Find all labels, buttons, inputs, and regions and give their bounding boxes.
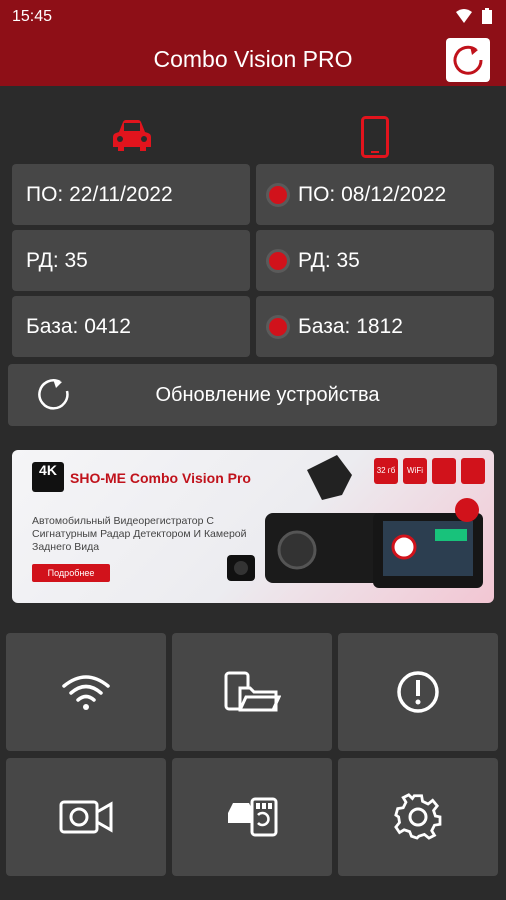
- file-transfer-button[interactable]: [172, 633, 332, 751]
- app-title: Combo Vision PRO: [153, 46, 353, 72]
- device-database-card: База: 0412: [12, 296, 250, 357]
- status-bar: 15:45: [0, 0, 506, 34]
- refresh-button[interactable]: [446, 38, 490, 82]
- battery-icon: [482, 8, 492, 24]
- app-bar: Combo Vision PRO: [0, 34, 506, 86]
- app-database-label: База: 1812: [298, 314, 403, 338]
- update-device-label: Обновление устройства: [155, 384, 380, 406]
- app-firmware-label: ПО: 08/12/2022: [298, 182, 447, 206]
- update-device-button[interactable]: Обновление устройства: [8, 364, 497, 426]
- device-database-label: База: 0412: [26, 314, 131, 338]
- camera-button[interactable]: [6, 758, 166, 876]
- status-dot: [266, 248, 290, 273]
- app-database-card: База: 1812: [256, 296, 494, 357]
- status-icons: [456, 8, 492, 24]
- dashcam-illustration: [227, 455, 483, 588]
- camera-icon: [59, 800, 113, 834]
- car-icon: [113, 120, 151, 151]
- refresh-icon: [453, 45, 483, 75]
- info-button[interactable]: [338, 633, 498, 751]
- device-radar-label: РД: 35: [26, 248, 88, 272]
- status-dot: [266, 182, 290, 207]
- app-firmware-card: ПО: 08/12/2022: [256, 164, 494, 225]
- banner-title: SHO-ME Combo Vision Pro: [70, 470, 251, 486]
- wifi-status-icon: [456, 9, 472, 23]
- product-banner[interactable]: 4K SHO-ME Combo Vision Pro Автомобильный…: [12, 450, 494, 603]
- sd-card-icon: [228, 797, 278, 837]
- wifi-button[interactable]: [6, 633, 166, 751]
- device-firmware-card: ПО: 22/11/2022: [12, 164, 250, 225]
- banner-more-button[interactable]: Подробнее: [32, 564, 110, 582]
- sd-card-button[interactable]: [172, 758, 332, 876]
- 4k-badge-text: 4K: [39, 462, 57, 478]
- app-radar-card: РД: 35: [256, 230, 494, 291]
- phone-icon: [361, 116, 389, 158]
- settings-icon: [394, 793, 442, 840]
- device-firmware-label: ПО: 22/11/2022: [26, 182, 173, 206]
- settings-button[interactable]: [338, 758, 498, 876]
- info-icon: [397, 671, 439, 713]
- status-time: 15:45: [12, 8, 53, 25]
- 4k-badge: 4K: [32, 462, 64, 492]
- wifi-icon: [62, 675, 110, 710]
- app-radar-label: РД: 35: [298, 248, 360, 272]
- file-transfer-icon: [224, 671, 281, 712]
- status-dot: [266, 314, 290, 339]
- device-radar-card: РД: 35: [12, 230, 250, 291]
